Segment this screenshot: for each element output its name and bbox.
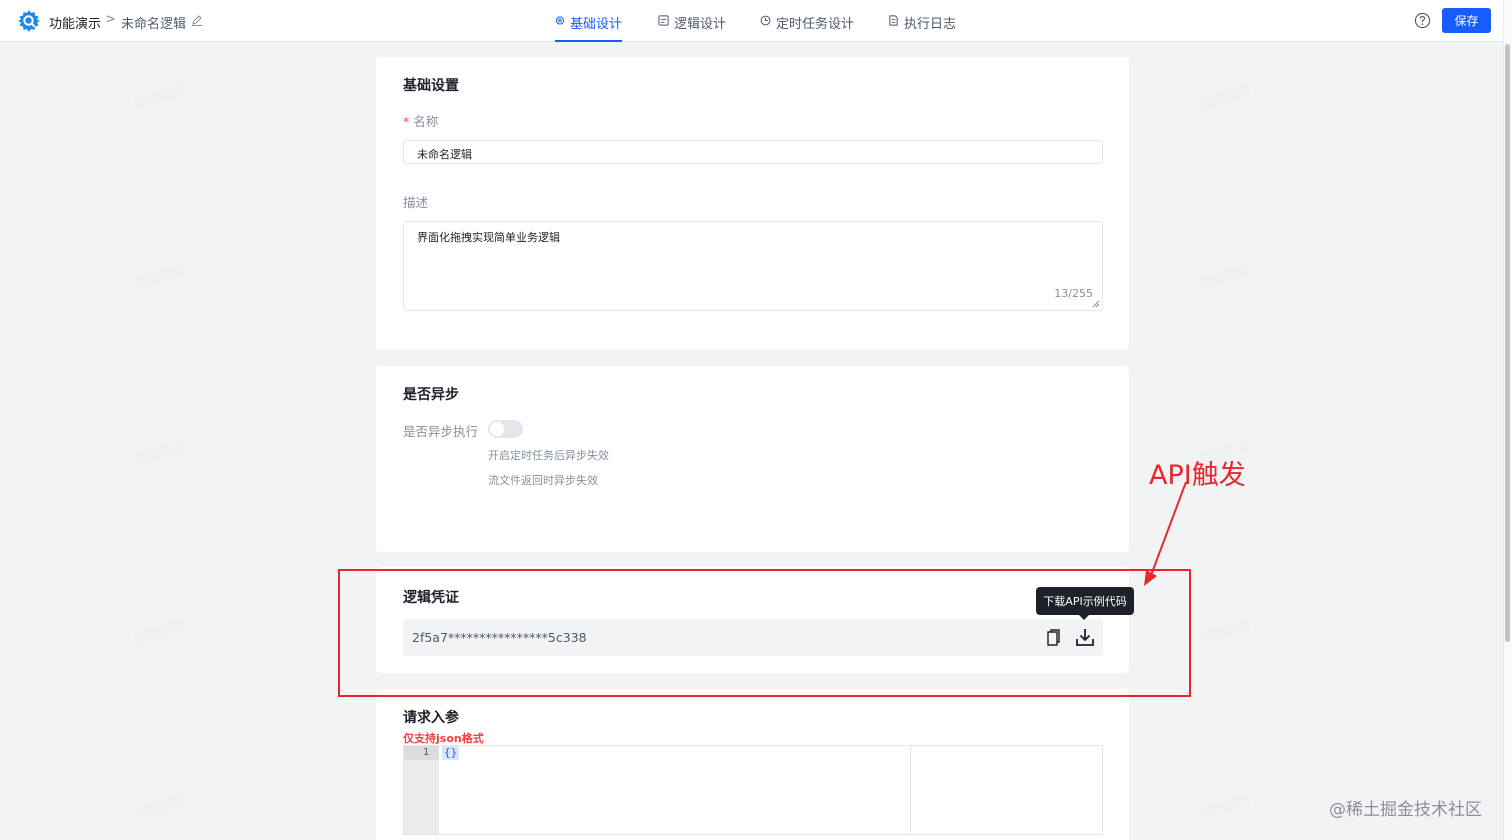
json-editor[interactable]: 1 {}	[403, 745, 1103, 835]
app-logo-icon[interactable]	[17, 9, 41, 33]
annotation-box	[338, 569, 1191, 697]
request-params-card: 请求入参 仅支持json格式 1 {}	[376, 689, 1129, 840]
edit-name-icon[interactable]	[191, 14, 203, 26]
annotation-arrow-icon	[1144, 481, 1187, 586]
help-icon[interactable]	[1414, 12, 1431, 29]
document-icon	[889, 15, 898, 26]
description-textarea[interactable]: 界面化拖拽实现简单业务逻辑 13/255	[403, 221, 1103, 311]
gear-icon	[555, 16, 565, 25]
name-label: * 名称	[403, 111, 438, 130]
tab-label: 逻辑设计	[674, 17, 727, 32]
name-input[interactable]: 未命名逻辑	[403, 140, 1103, 164]
code-content[interactable]: {}	[442, 746, 460, 760]
tab-schedule-design[interactable]: 定时任务设计	[760, 13, 854, 42]
description-value: 界面化拖拽实现简单业务逻辑	[417, 231, 560, 244]
tab-logic-design[interactable]: 逻辑设计	[658, 13, 726, 42]
section-title: 请求入参	[403, 710, 459, 726]
basic-settings-card: 基础设置 * 名称 未命名逻辑 描述 界面化拖拽实现简单业务逻辑 13/255	[376, 57, 1129, 350]
section-title: 是否异步	[403, 387, 459, 403]
async-hint-schedule: 开启定时任务后异步失效	[488, 449, 609, 462]
tab-execution-log[interactable]: 执行日志	[888, 13, 956, 42]
logic-icon	[658, 15, 669, 26]
scrollbar-thumb[interactable]	[1505, 44, 1510, 642]
async-hint-stream: 流文件返回时异步失效	[488, 474, 598, 487]
tab-basic-design[interactable]: 基础设计	[555, 13, 622, 42]
json-format-hint: 仅支持json格式	[403, 732, 484, 745]
async-toggle[interactable]	[488, 420, 523, 438]
required-mark: *	[403, 114, 410, 129]
top-header: 功能演示 > 未命名逻辑 基础设计 逻辑设计 定时任务设计 执行日志 保存	[0, 0, 1503, 42]
tab-label: 基础设计	[569, 17, 622, 32]
editor-divider	[910, 746, 911, 834]
toggle-knob	[490, 422, 504, 436]
breadcrumb-app[interactable]: 功能演示	[49, 13, 101, 32]
clock-icon	[760, 15, 771, 26]
name-label-text: 名称	[413, 114, 439, 129]
resize-grip-icon[interactable]	[1092, 300, 1100, 308]
save-button[interactable]: 保存	[1442, 8, 1491, 33]
line-number: 1	[404, 746, 439, 760]
tab-label: 定时任务设计	[776, 17, 855, 32]
breadcrumb-separator-icon: >	[105, 12, 116, 27]
site-watermark: @稀土掘金技术社区	[1329, 800, 1482, 820]
section-title: 基础设置	[403, 78, 459, 94]
tab-label: 执行日志	[904, 17, 957, 32]
async-switch-label: 是否异步执行	[403, 424, 479, 439]
async-card: 是否异步 是否异步执行 开启定时任务后异步失效 流文件返回时异步失效	[376, 366, 1129, 552]
char-counter: 13/255	[1054, 287, 1093, 300]
breadcrumb-logic-name: 未命名逻辑	[121, 17, 187, 32]
description-label: 描述	[403, 195, 429, 210]
